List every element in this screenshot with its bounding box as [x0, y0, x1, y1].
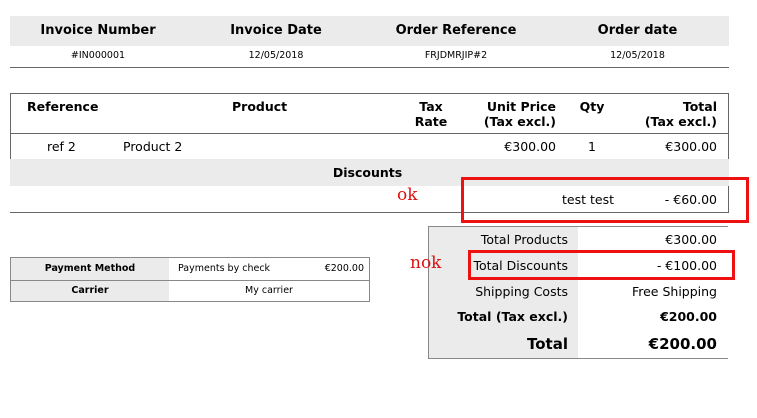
invoice-header-band: Invoice Number Invoice Date Order Refere… [10, 16, 729, 46]
total-tax-excl-value: €200.00 [660, 309, 717, 324]
product-row-qty: 1 [588, 139, 596, 154]
invoice-date-header: Invoice Date [230, 23, 322, 38]
grand-total-value: €200.00 [648, 335, 717, 353]
invoice-header-divider [10, 67, 729, 68]
carrier-value: My carrier [245, 285, 293, 296]
products-table-left-border [10, 93, 11, 159]
discounts-title: Discounts [332, 165, 403, 180]
payment-method-value: Payments by check [178, 263, 271, 274]
payment-carrier-table: Payment Method Payments by check €200.00… [10, 257, 370, 302]
totals-bottom-border [428, 358, 728, 359]
nok-annotation-label: nok [410, 253, 442, 273]
order-date-value: 12/05/2018 [610, 50, 665, 61]
product-row-reference: ref 2 [47, 139, 76, 154]
order-date-header: Order date [597, 23, 678, 38]
total-header-line1: Total [682, 99, 717, 114]
reference-column-header: Reference [27, 99, 99, 114]
product-column-header: Product [232, 99, 288, 114]
nok-highlight-box [468, 250, 735, 280]
products-table-top-border [10, 93, 729, 94]
products-table-right-border [728, 93, 729, 159]
total-products-label: Total Products [480, 232, 568, 247]
total-column-header: Total (Tax excl.) [627, 99, 717, 129]
carrier-label: Carrier [71, 285, 109, 296]
tax-rate-column-header: Tax Rate [405, 99, 457, 129]
product-row-total: €300.00 [665, 139, 717, 154]
ok-annotation-label: ok [397, 185, 418, 205]
invoice-number-header: Invoice Number [40, 23, 156, 38]
products-header-divider [10, 133, 729, 134]
totals-top-border [428, 226, 728, 227]
tax-rate-header-line1: Tax [419, 99, 443, 114]
qty-column-header: Qty [579, 99, 605, 114]
total-header-line2: (Tax excl.) [644, 114, 717, 129]
order-reference-value: FRJDMRJIP#2 [424, 50, 488, 61]
payment-method-amount: €200.00 [324, 263, 364, 274]
unit-price-header-line2: (Tax excl.) [483, 114, 556, 129]
shipping-costs-value: Free Shipping [631, 284, 717, 299]
product-row-name: Product 2 [123, 139, 183, 154]
ok-highlight-box [461, 177, 749, 223]
shipping-costs-label: Shipping Costs [475, 284, 568, 299]
unit-price-column-header: Unit Price (Tax excl.) [470, 99, 556, 129]
total-tax-excl-label: Total (Tax excl.) [457, 309, 568, 324]
unit-price-header-line1: Unit Price [486, 99, 556, 114]
payment-method-label: Payment Method [44, 263, 136, 274]
invoice-number-value: #IN000001 [70, 50, 126, 61]
tax-rate-header-line2: Rate [414, 114, 448, 129]
order-reference-header: Order Reference [395, 23, 517, 38]
grand-total-label: Total [527, 335, 568, 353]
total-products-value: €300.00 [665, 232, 717, 247]
product-row-unit-price: €300.00 [504, 139, 556, 154]
invoice-date-value: 12/05/2018 [248, 50, 304, 61]
